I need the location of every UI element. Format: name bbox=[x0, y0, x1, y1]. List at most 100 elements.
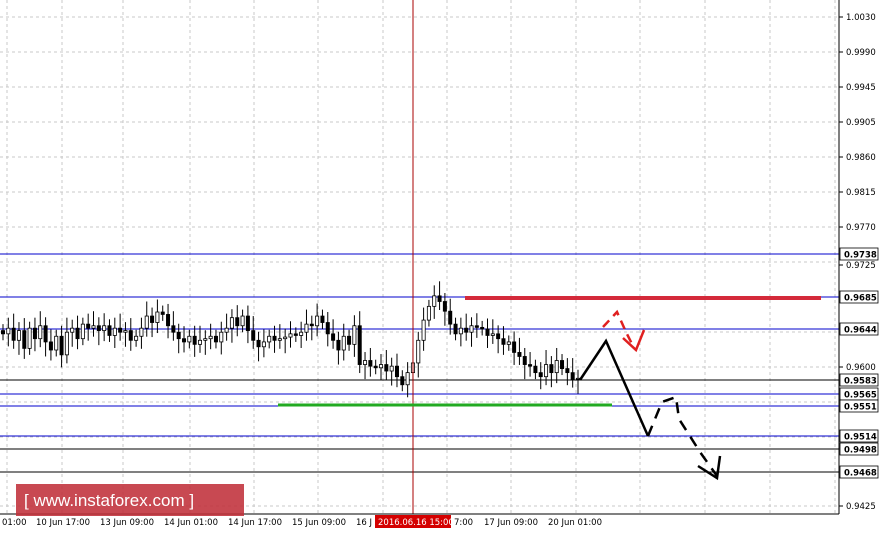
candle bbox=[229, 309, 234, 343]
y-tick-label: 0.9425 bbox=[846, 502, 876, 512]
candle bbox=[48, 329, 53, 361]
candle bbox=[160, 305, 165, 321]
black-forecast-arrowhead bbox=[697, 455, 722, 481]
candle bbox=[320, 309, 325, 329]
candle bbox=[267, 329, 272, 349]
candle bbox=[400, 370, 405, 392]
candle bbox=[213, 329, 218, 349]
candle bbox=[453, 317, 458, 341]
x-tick-label: 14 Jun 01:00 bbox=[164, 518, 218, 528]
price-tag-text: 0.9685 bbox=[844, 294, 877, 304]
candle bbox=[576, 369, 581, 394]
candle bbox=[261, 329, 266, 358]
y-tick-label: 0.9945 bbox=[846, 83, 876, 93]
candle bbox=[54, 329, 59, 357]
candle bbox=[288, 321, 293, 348]
candle bbox=[368, 347, 373, 377]
price-tag-text: 0.9644 bbox=[844, 326, 877, 336]
price-tag-0.9685: 0.9685 bbox=[839, 290, 879, 304]
price-tag-0.9551: 0.9551 bbox=[839, 399, 879, 413]
candle bbox=[336, 331, 341, 365]
candle bbox=[570, 358, 575, 388]
x-tick-label: 16 J bbox=[356, 518, 372, 528]
red-forecast-arrowhead bbox=[622, 329, 646, 353]
candle bbox=[474, 313, 479, 338]
candle bbox=[517, 337, 522, 365]
candle bbox=[480, 320, 485, 336]
candle bbox=[437, 281, 442, 310]
candle bbox=[144, 301, 149, 337]
price-tag-text: 0.9468 bbox=[844, 469, 877, 479]
candle bbox=[357, 311, 362, 374]
price-tag-text: 0.9583 bbox=[844, 377, 877, 387]
grid bbox=[0, 0, 839, 514]
candle bbox=[182, 326, 187, 353]
candle bbox=[80, 317, 85, 346]
candle bbox=[363, 352, 368, 380]
candle bbox=[384, 350, 389, 380]
candle bbox=[203, 330, 208, 355]
candle bbox=[293, 327, 298, 342]
price-tag-text: 0.9551 bbox=[844, 403, 877, 413]
candle bbox=[379, 354, 384, 381]
y-tick-label: 0.9860 bbox=[846, 153, 876, 163]
candle bbox=[373, 359, 378, 375]
candle bbox=[96, 317, 101, 346]
price-tag-0.9514: 0.9514 bbox=[839, 429, 879, 443]
candle bbox=[469, 317, 474, 347]
x-tick-label: 20 Jun 01:00 bbox=[548, 518, 602, 528]
candle bbox=[0, 324, 6, 341]
candle bbox=[171, 311, 176, 341]
y-tick-label: 0.9905 bbox=[846, 118, 876, 128]
candle bbox=[16, 322, 21, 355]
candle bbox=[192, 325, 197, 357]
candle bbox=[245, 305, 250, 344]
candle bbox=[565, 358, 570, 386]
candle bbox=[272, 325, 277, 353]
candle bbox=[421, 307, 426, 351]
candle bbox=[331, 319, 336, 349]
x-tick-label: 13 Jun 09:00 bbox=[100, 518, 154, 528]
candle bbox=[464, 313, 469, 341]
candle bbox=[219, 321, 224, 355]
price-tag-0.9565: 0.9565 bbox=[839, 387, 879, 401]
x-tick-label: 17 Jun 09:00 bbox=[484, 518, 538, 528]
x-tick-label: 10 Jun 17:00 bbox=[36, 518, 90, 528]
candle bbox=[389, 357, 394, 386]
candle bbox=[533, 359, 538, 380]
candle bbox=[123, 322, 128, 347]
price-tag-0.9644: 0.9644 bbox=[839, 322, 879, 336]
candle bbox=[155, 299, 160, 334]
candle bbox=[256, 331, 261, 362]
watermark-text: [ www.instaforex.com ] bbox=[24, 491, 194, 510]
candle bbox=[528, 352, 533, 377]
price-tag-text: 0.9738 bbox=[844, 251, 877, 261]
candle bbox=[416, 331, 421, 378]
candle bbox=[560, 354, 565, 376]
price-tag-text: 0.9498 bbox=[844, 446, 877, 456]
candle bbox=[304, 309, 309, 341]
candle bbox=[11, 313, 16, 349]
candle bbox=[485, 318, 490, 348]
candle bbox=[91, 311, 96, 337]
candle bbox=[75, 315, 80, 350]
candle bbox=[442, 293, 447, 326]
y-tick-label: 0.9815 bbox=[846, 188, 876, 198]
price-chart[interactable]: 1.0030 0.9990 0.9945 0.9905 0.9860 0.9815 0.97… bbox=[0, 0, 881, 536]
candle bbox=[176, 323, 181, 354]
price-tag-text: 0.9565 bbox=[844, 391, 877, 401]
y-tick-label: 1.0030 bbox=[846, 13, 876, 23]
candle bbox=[506, 335, 511, 351]
candle bbox=[496, 325, 501, 354]
y-tick-label: 0.9770 bbox=[846, 223, 876, 233]
crosshair-time-label: 2016.06.16 15:00 bbox=[375, 515, 454, 528]
candle bbox=[208, 323, 213, 350]
y-tick-label: 0.9725 bbox=[846, 261, 876, 271]
candle bbox=[325, 312, 330, 347]
candle bbox=[102, 313, 107, 342]
candle bbox=[64, 317, 69, 364]
candle bbox=[538, 362, 543, 390]
y-tick-label: 0.9990 bbox=[846, 48, 876, 58]
candle bbox=[86, 313, 91, 341]
candle bbox=[426, 299, 431, 327]
